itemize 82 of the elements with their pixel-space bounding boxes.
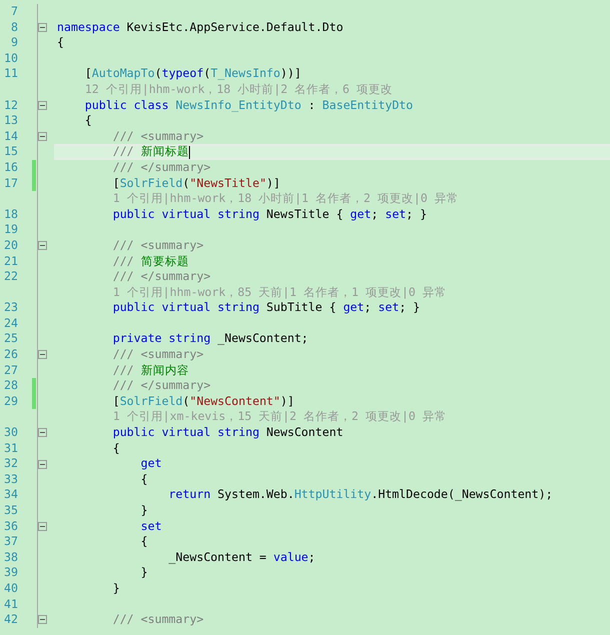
line-number: 30: [3, 425, 18, 441]
line-number: 19: [3, 222, 18, 238]
collapse-icon[interactable]: [38, 615, 47, 624]
code-line: {: [112, 440, 120, 456]
line-number: 17: [3, 176, 18, 192]
collapse-icon[interactable]: [38, 241, 47, 250]
code-line: public virtual string NewsContent: [112, 425, 344, 441]
code-lens[interactable]: 1 个引用|hhm-work，85 天前|1 名作者，1 项更改|0 异常: [57, 284, 446, 300]
collapse-icon[interactable]: [38, 522, 47, 531]
collapse-icon[interactable]: [38, 350, 47, 360]
code-line: return System.Web.HttpUtility.HtmlDecode(_NewsContent);: [168, 487, 553, 503]
code-line: {: [57, 35, 64, 51]
code-line: /// </summary>: [112, 160, 211, 176]
line-number: 25: [3, 331, 18, 348]
line-number: 27: [3, 362, 18, 378]
code-line: /// </summary>: [112, 269, 211, 285]
code-line: public virtual string SubTitle { get; set; }: [112, 300, 420, 316]
line-number: 16: [3, 160, 18, 176]
line-number: 14: [3, 128, 18, 144]
collapse-icon[interactable]: [38, 132, 47, 142]
code-line: }: [140, 503, 148, 519]
code-line: set: [140, 518, 162, 534]
code-line: [SolrField("NewsTitle")]: [112, 176, 280, 192]
code-line: /// 简要标题: [112, 254, 189, 270]
code-lens[interactable]: 1 个引用|hhm-work，18 小时前|1 名作者，2 项更改|0 异常: [57, 191, 458, 207]
code-line: get: [140, 456, 162, 472]
code-line: namespace KevisEtc.AppService.Default.Dto: [57, 20, 344, 36]
line-number: 13: [3, 113, 18, 129]
line-number: 12: [3, 98, 18, 114]
code-line: /// <summary>: [112, 128, 204, 144]
line-number: 38: [3, 550, 18, 566]
code-line: {: [140, 534, 148, 550]
code-line: public virtual string NewsTitle { get; set; }: [112, 206, 427, 222]
line-number: 7: [10, 4, 18, 20]
line-number: 24: [3, 316, 18, 332]
collapse-icon[interactable]: [38, 100, 47, 110]
line-number: 33: [3, 472, 18, 488]
code-line: }: [112, 580, 120, 597]
code-line: _NewsContent = value;: [168, 550, 316, 566]
line-number: 11: [3, 66, 18, 82]
code-line: private string _NewsContent;: [112, 331, 308, 348]
code-lens[interactable]: 1 个引用|xm-kevis，15 天前|2 名作者，2 项更改|0 异常: [57, 409, 446, 426]
code-line: }: [140, 565, 148, 581]
line-number: 42: [3, 612, 18, 628]
line-number: 22: [3, 269, 18, 285]
code-line: /// </summary>: [112, 378, 211, 394]
code-line: /// <summary>: [112, 612, 204, 628]
line-number: 23: [3, 300, 18, 316]
code-line: /// <summary>: [112, 347, 204, 363]
code-line: [SolrField("NewsContent")]: [112, 394, 294, 410]
code-line: /// <summary>: [112, 238, 204, 254]
code-line: [AutoMapTo(typeof(T_NewsInfo))]: [84, 66, 302, 82]
line-number: 31: [3, 440, 18, 456]
code-editor[interactable]: [0, 0, 610, 635]
line-number: 36: [3, 518, 18, 534]
line-number: 37: [3, 534, 18, 550]
line-number: 40: [3, 580, 18, 597]
line-number: 8: [10, 20, 18, 36]
collapse-icon[interactable]: [38, 22, 47, 32]
line-number: 10: [3, 50, 18, 66]
line-number: 32: [3, 456, 18, 472]
line-number: 20: [3, 238, 18, 254]
line-number: 35: [3, 503, 18, 519]
line-number: 9: [10, 35, 18, 51]
code-line: {: [84, 113, 92, 129]
line-number: 34: [3, 487, 18, 503]
text-caret: [188, 146, 190, 159]
collapse-icon[interactable]: [38, 428, 47, 438]
collapse-icon[interactable]: [38, 460, 47, 469]
code-line: /// 新闻标题: [112, 144, 189, 160]
line-number: 28: [3, 378, 18, 394]
code-line: {: [140, 472, 148, 488]
code-line: public class NewsInfo_EntityDto : BaseEntityDto: [84, 98, 414, 114]
line-number: 41: [3, 596, 18, 612]
code-lens[interactable]: 12 个引用|hhm-work，18 小时前|2 名作者，6 项更改: [57, 82, 393, 98]
line-number: 26: [3, 347, 18, 363]
line-number: 39: [3, 565, 18, 581]
line-number: 21: [3, 254, 18, 270]
line-number: 18: [3, 206, 18, 222]
line-number: 29: [3, 394, 18, 410]
code-line: /// 新闻内容: [112, 362, 189, 378]
line-number: 15: [3, 144, 18, 160]
